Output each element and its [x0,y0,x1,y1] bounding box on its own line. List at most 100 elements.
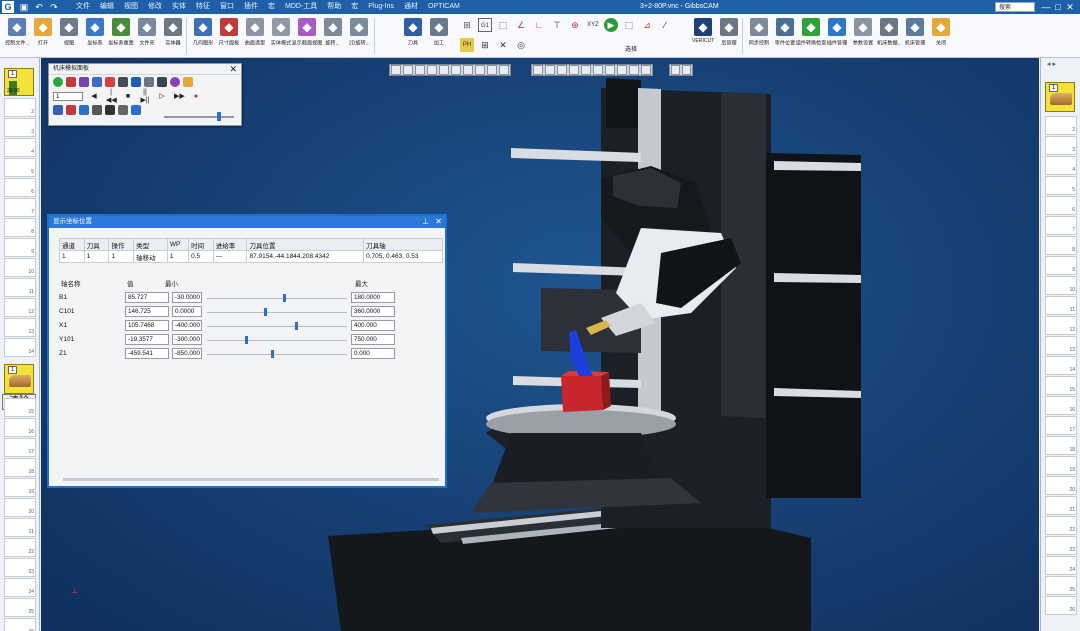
table-row[interactable]: 1 1 1 轴移动 1 0.5 --- 87.9154,-44.1844,208.4342 0.… [59,250,443,263]
tool-slot[interactable]: 5 [4,158,36,177]
tool-slot[interactable]: 10 [4,258,36,277]
tool-tile-selected[interactable]: 1 [4,364,34,394]
rotate-button[interactable]: ◆ 旋转... [320,16,346,52]
machine-data-button[interactable]: ◆ 机床数据... [876,16,902,52]
axis-min-field[interactable]: -850.000 [172,348,202,359]
collision-icon[interactable] [144,77,154,87]
tool-slot[interactable]: 20 [4,498,36,517]
tool-slot[interactable]: 5 [1045,176,1077,195]
save-icon[interactable]: ▣ [18,1,30,13]
display-icon[interactable] [92,105,102,115]
axis-value-field[interactable]: 146.725 [125,306,169,317]
column-header[interactable]: 刀具位置 [246,238,365,251]
axis-slider-thumb[interactable] [264,308,268,316]
tool-slot[interactable]: 20 [1045,476,1077,495]
tool-slot[interactable]: 12 [1045,316,1077,335]
vericut-button[interactable]: ◆ VERICUT [690,16,716,52]
axis-slider-thumb[interactable] [244,336,248,344]
search-input[interactable]: 搜索 [995,2,1035,12]
display-icon[interactable] [66,105,76,115]
tool-slot[interactable]: 24 [1045,556,1077,575]
settings-button[interactable]: ◆ 参数设置 [850,16,876,52]
tool-slot[interactable]: 2 [4,98,36,117]
axis-slider-thumb[interactable] [271,350,275,358]
tool-tile-right[interactable]: 1 [1045,82,1075,112]
tool-slot[interactable]: 18 [4,458,36,477]
column-header[interactable]: 操作 [108,238,135,251]
display-icon[interactable] [105,105,115,115]
play-icon[interactable]: ▶ [604,18,618,32]
tool-slot[interactable]: 23 [4,558,36,577]
minimize-button[interactable]: — [1040,0,1052,14]
open-folder-icon[interactable] [183,77,193,87]
panel-scroll-icon[interactable]: ◂ ▸ [1047,60,1056,68]
speed-slider-thumb[interactable] [217,112,221,121]
section-button[interactable]: ◆ 显示截面视图 [292,16,322,52]
tool-slot[interactable]: 9 [4,238,36,257]
tool-slot[interactable]: 11 [1045,296,1077,315]
axis-value-field[interactable]: 85.727 [125,292,169,303]
axis-max-field[interactable]: 0.000 [351,348,395,359]
tool-slot[interactable]: 24 [4,578,36,597]
axis-max-field[interactable]: 180.0000 [351,292,395,303]
color-icon[interactable] [170,77,180,87]
tool-slot[interactable]: 3 [1045,136,1077,155]
run-icon[interactable] [53,77,63,87]
axis-slider-track[interactable] [207,340,347,341]
step-input[interactable]: 1 [53,91,83,101]
rewind-button[interactable]: |◀◀ [106,89,117,104]
cube-button[interactable]: ◆ 实体器 [160,16,186,52]
tool-slot[interactable]: 19 [1045,456,1077,475]
tree-button[interactable]: ◆ 文件夹 [134,16,160,52]
menu-item[interactable]: 实体 [167,0,191,14]
axis-max-field[interactable]: 360.0000 [351,306,395,317]
target-icon[interactable]: ⊕ [568,18,582,32]
fast-forward-button[interactable]: ▶▶ [174,92,185,100]
axis-slider-track[interactable] [207,312,347,313]
tool-slot[interactable]: 9 [1045,256,1077,275]
tool-slot[interactable]: 22 [4,538,36,557]
xyz-icon[interactable]: XYZ [586,18,600,32]
tool-slot[interactable]: 3 [4,118,36,137]
tool-slot[interactable]: 8 [1045,236,1077,255]
axis-value-field[interactable]: -19.3577 [125,334,169,345]
check-button[interactable]: ◆ 组件转换检查 [796,16,826,52]
axis-slider-track[interactable] [207,298,347,299]
line-button[interactable]: ◆ 几何图形 [190,16,216,52]
record-button[interactable]: ● [191,93,201,100]
speed-slider[interactable] [164,116,234,118]
axis-slider-track[interactable] [207,326,347,327]
menu-item[interactable]: 宏 [263,0,280,14]
machine-icon[interactable] [131,77,141,87]
axis-max-field[interactable]: 750.000 [351,334,395,345]
column-header[interactable]: 进给率 [212,238,248,251]
tool-slot[interactable]: 14 [1045,356,1077,375]
check-mark-icon[interactable] [105,77,115,87]
axis-min-field[interactable]: 0.0000 [172,306,202,317]
tool-slot[interactable]: 16 [1045,396,1077,415]
horizontal-scrollbar[interactable] [63,478,439,481]
tool-slot[interactable]: 19 [4,478,36,497]
tool-slot[interactable]: 6 [4,178,36,197]
menu-item[interactable]: 修改 [143,0,167,14]
tool-slot[interactable]: 26 [4,618,36,631]
maximize-button[interactable]: □ [1052,0,1064,14]
column-header[interactable]: 刀具轴 [363,238,443,251]
tool-slot[interactable]: 4 [1045,156,1077,175]
menu-item[interactable]: 插件 [239,0,263,14]
sim-close-button[interactable]: ✕ [229,64,237,75]
undo-icon[interactable]: ↶ [33,1,45,13]
measure-icon[interactable]: ⊿ [640,18,654,32]
menu-item[interactable]: 通材 [399,0,423,14]
ph-icon[interactable]: PH [460,38,474,52]
axis-close-button[interactable]: ✕ [435,217,442,226]
view-icon[interactable] [157,77,167,87]
post-button[interactable]: ◆ 后管理 [716,16,742,52]
menu-item[interactable]: 编辑 [95,0,119,14]
pin-button[interactable]: ⊥ [422,217,429,226]
dimension-icon[interactable]: ⊤ [550,18,564,32]
menu-item[interactable]: 宏 [346,0,363,14]
display-icon[interactable] [118,105,128,115]
app-icon[interactable]: G [2,1,14,13]
lock-icon[interactable] [118,77,128,87]
